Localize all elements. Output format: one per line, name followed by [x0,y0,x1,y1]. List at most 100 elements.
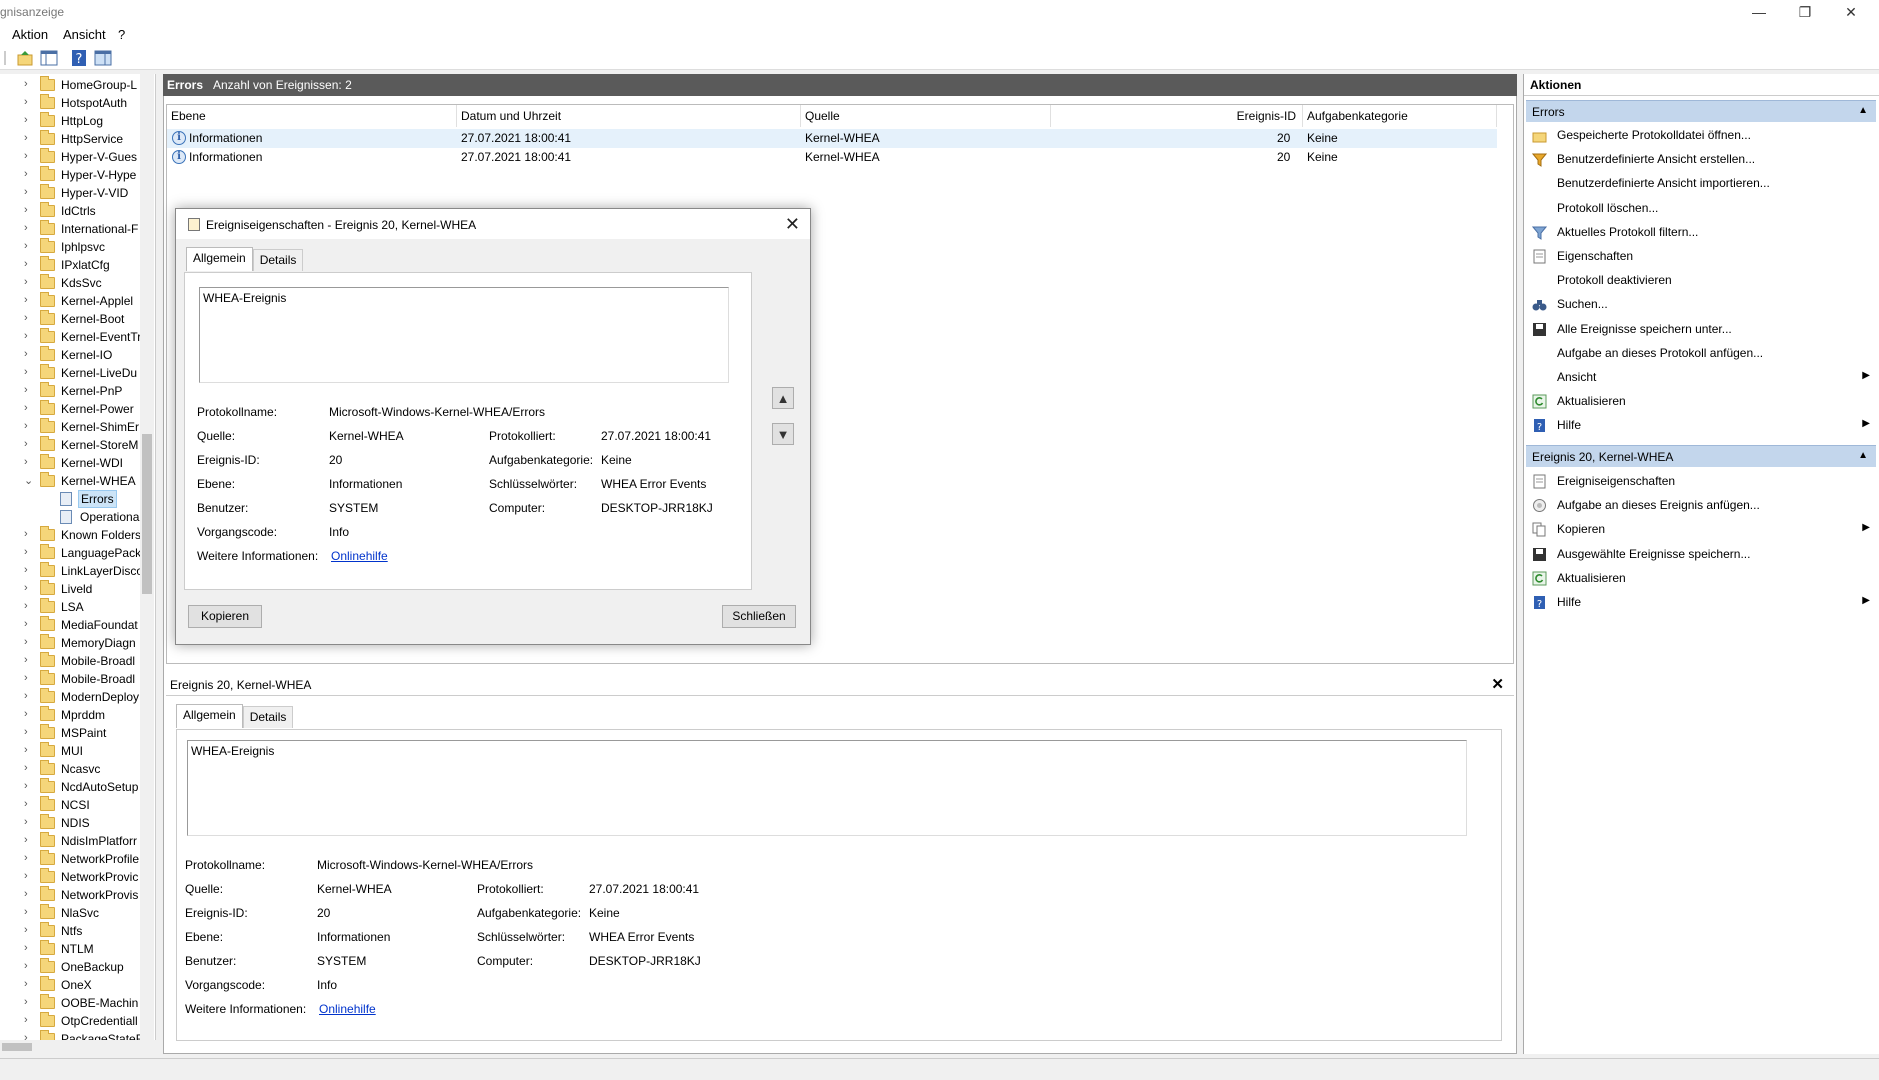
chevron-right-icon[interactable]: › [24,132,28,144]
tree-item-networkprovic[interactable]: › NetworkProvic [0,868,140,886]
tree-item-mprddm[interactable]: › Mprddm [0,706,140,724]
next-event-button[interactable]: ▼ [772,423,794,445]
tree-item-mobile-broadl[interactable]: › Mobile-Broadl [0,652,140,670]
chevron-right-icon[interactable]: › [24,762,28,774]
chevron-right-icon[interactable]: › [24,942,28,954]
chevron-right-icon[interactable]: › [24,366,28,378]
help-icon[interactable]: ? [70,49,88,67]
tree-log-errors[interactable]: Errors [0,490,140,508]
tree-item-kernel-storem[interactable]: › Kernel-StoreM [0,436,140,454]
menu-aktion[interactable]: Aktion [12,27,48,42]
close-preview-icon[interactable]: ✕ [1491,675,1504,693]
tree-log-operationa[interactable]: Operationa [0,508,140,526]
tree-item-networkprofile[interactable]: › NetworkProfile [0,850,140,868]
tree-item-onex[interactable]: › OneX [0,976,140,994]
tree-item-linklayerdisco[interactable]: › LinkLayerDisco [0,562,143,580]
tree-item-kdssvc[interactable]: › KdsSvc [0,274,140,292]
chevron-right-icon[interactable]: › [24,834,28,846]
dialog-tab-details[interactable]: Details [252,249,304,271]
action-ausgewählte-ereignisse-speichern[interactable]: Ausgewählte Ereignisse speichern... [1526,542,1876,566]
event-description[interactable]: WHEA-Ereignis [187,740,1467,836]
tree-item-mobile-broadl[interactable]: › Mobile-Broadl [0,670,140,688]
tree-scroll-thumb[interactable] [142,434,152,594]
tree-item-memorydiagn[interactable]: › MemoryDiagn [0,634,140,652]
actions-section-event[interactable]: Ereignis 20, Kernel-WHEA ▲ [1526,445,1876,467]
tree-item-liveld[interactable]: › Liveld [0,580,140,598]
action-kopieren[interactable]: Kopieren ▶ [1526,517,1876,541]
tree-item-homegroup-l[interactable]: › HomeGroup-L [0,76,140,94]
action-benutzerdefinierte-ansicht-erstellen[interactable]: Benutzerdefinierte Ansicht erstellen... [1526,147,1876,171]
online-help-link[interactable]: Onlinehilfe [319,1002,376,1016]
chevron-right-icon[interactable]: › [24,798,28,810]
tab-general[interactable]: Allgemein [176,704,243,728]
dialog-tab-general[interactable]: Allgemein [186,247,253,271]
tree-item-kernel-power[interactable]: › Kernel-Power [0,400,140,418]
tree-item-kernel-applel[interactable]: › Kernel-Applel [0,292,140,310]
chevron-right-icon[interactable]: › [24,258,28,270]
action-aktualisieren[interactable]: Aktualisieren [1526,566,1876,590]
chevron-right-icon[interactable]: › [24,384,28,396]
action-aufgabe-an-dieses-ereignis-anfügen[interactable]: Aufgabe an dieses Ereignis anfügen... [1526,493,1876,517]
chevron-right-icon[interactable]: › [24,996,28,1008]
minimize-button[interactable]: — [1736,0,1782,24]
tree-item-kernel-boot[interactable]: › Kernel-Boot [0,310,140,328]
tree-item-otpcredentiall[interactable]: › OtpCredentiall [0,1012,140,1030]
tree-item-kernel-io[interactable]: › Kernel-IO [0,346,140,364]
tree-item-mspaint[interactable]: › MSPaint [0,724,140,742]
action-hilfe[interactable]: ? Hilfe ▶ [1526,413,1876,437]
chevron-right-icon[interactable]: › [24,888,28,900]
chevron-right-icon[interactable]: › [24,906,28,918]
tree-item-lsa[interactable]: › LSA [0,598,140,616]
tree-item-ntfs[interactable]: › Ntfs [0,922,140,940]
console-tree-icon[interactable] [40,49,58,67]
tree-item-iphlpsvc[interactable]: › Iphlpsvc [0,238,140,256]
tree-vertical-scrollbar[interactable] [140,74,154,1040]
tree-item-hyper-v-hype[interactable]: › Hyper-V-Hype [0,166,140,184]
tree-item-httplog[interactable]: › HttpLog [0,112,140,130]
chevron-right-icon[interactable]: › [24,330,28,342]
chevron-right-icon[interactable]: › [24,186,28,198]
chevron-right-icon[interactable]: › [24,204,28,216]
actions-section-errors[interactable]: Errors ▲ [1526,100,1876,122]
menu-help[interactable]: ? [118,27,125,42]
chevron-right-icon[interactable]: › [24,348,28,360]
tree-item-languagepack[interactable]: › LanguagePack [0,544,141,562]
table-row[interactable]: i Informationen 27.07.2021 18:00:41 Kern… [167,129,1497,148]
chevron-right-icon[interactable]: › [24,1014,28,1026]
chevron-right-icon[interactable]: › [24,816,28,828]
action-protokoll-deaktivieren[interactable]: Protokoll deaktivieren [1526,268,1876,292]
tab-details[interactable]: Details [242,706,294,728]
tree-item-ncdautosetup[interactable]: › NcdAutoSetup [0,778,140,796]
back-icon[interactable] [2,49,8,67]
chevron-right-icon[interactable]: › [24,456,28,468]
tree-item-ndis[interactable]: › NDIS [0,814,140,832]
chevron-right-icon[interactable]: › [24,294,28,306]
tree-item-mediafoundat[interactable]: › MediaFoundat [0,616,140,634]
action-hilfe[interactable]: ? Hilfe ▶ [1526,590,1876,614]
tree-item-networkprovis[interactable]: › NetworkProvis [0,886,140,904]
chevron-right-icon[interactable]: › [24,528,28,540]
tree-item-moderndeploy[interactable]: › ModernDeploy [0,688,140,706]
folder-up-icon[interactable] [16,49,34,67]
chevron-right-icon[interactable]: › [24,726,28,738]
chevron-right-icon[interactable]: › [24,222,28,234]
online-help-link[interactable]: Onlinehilfe [331,549,388,563]
show-action-pane-icon[interactable] [94,49,112,67]
tree-item-kernel-pnp[interactable]: › Kernel-PnP [0,382,140,400]
action-protokoll-löschen[interactable]: Protokoll löschen... [1526,196,1876,220]
chevron-right-icon[interactable]: › [24,636,28,648]
tree-item-kernel-shimer[interactable]: › Kernel-ShimEr [0,418,140,436]
previous-event-button[interactable]: ▲ [772,387,794,409]
chevron-right-icon[interactable]: › [24,672,28,684]
action-ansicht[interactable]: Ansicht ▶ [1526,365,1876,389]
chevron-right-icon[interactable]: › [24,960,28,972]
tree-item-international-f[interactable]: › International-F [0,220,140,238]
chevron-right-icon[interactable]: › [24,240,28,252]
tree-item-mui[interactable]: › MUI [0,742,140,760]
chevron-right-icon[interactable]: › [24,168,28,180]
menu-ansicht[interactable]: Ansicht [63,27,106,42]
chevron-right-icon[interactable]: › [24,690,28,702]
action-gespeicherte-protokolldatei-öffnen[interactable]: Gespeicherte Protokolldatei öffnen... [1526,123,1876,147]
chevron-right-icon[interactable]: › [24,870,28,882]
tree-item-kernel-whea[interactable]: ⌄ Kernel-WHEA [0,472,140,490]
